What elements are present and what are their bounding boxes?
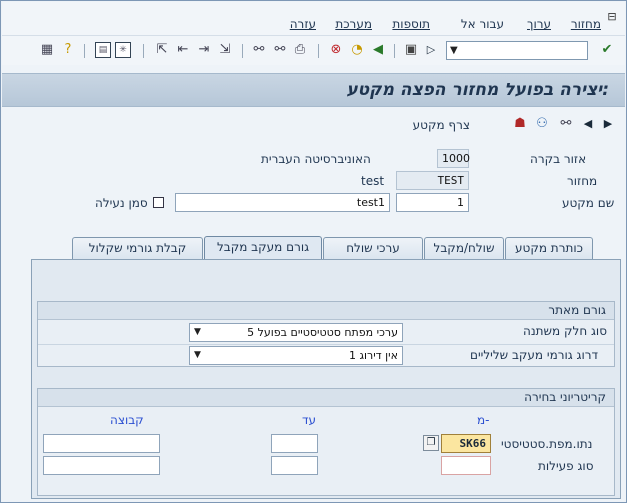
prev-page-icon[interactable]: ⇤ (175, 42, 191, 58)
window-menu-icon[interactable]: ⊟ (605, 11, 619, 23)
stat-key-to-field[interactable] (271, 434, 318, 453)
exit-icon[interactable]: ◔ (349, 42, 365, 58)
menu-system-label: מערכת (335, 17, 372, 31)
tab-panel: גורם מאתר סוג חלק משתנה ▼ 5 ערכי מפתח סט… (31, 259, 621, 499)
lock-label: סמן נעילה (95, 196, 148, 210)
menu-goto-label: עבור אל (460, 17, 504, 31)
tab-weighting-factors[interactable]: קבלת גורמי שקלול (72, 237, 203, 259)
selection-criteria-title: קריטריוני בחירה (38, 389, 614, 407)
save-icon[interactable]: ▣ (403, 42, 419, 58)
to-column-header: עד (302, 413, 317, 427)
attach-segment-button[interactable]: צרף מקטע (413, 118, 470, 132)
toolbar-separator (84, 44, 85, 58)
activity-type-from-field[interactable] (441, 456, 491, 475)
segment-label: שם מקטע (562, 196, 615, 210)
find-icon[interactable]: ⚯ (251, 42, 267, 58)
print-icon[interactable]: ⎙ (292, 42, 308, 58)
right-arrow-icon[interactable]: ▷ (423, 42, 439, 58)
variable-type-label: סוג חלק משתנה (523, 324, 607, 338)
standard-toolbar: ✔ ▼ ▷ ▣ ◀ ◔ ⊗ ⎙ ⚯ ⚯ ⇲ ⇥ ⇤ ⇱ ✳ ▤ ? ▦ (2, 35, 625, 65)
chevron-down-icon[interactable]: ▼ (194, 347, 201, 364)
segment-description-field[interactable]: test1 (175, 193, 390, 212)
negative-scale-label: דרוג גורמי מעקב שליליים (470, 348, 599, 362)
menu-goto[interactable]: עבור אל (461, 17, 504, 31)
menu-extras[interactable]: תוספות (392, 17, 430, 31)
toolbar-separator (318, 44, 319, 58)
cycle-label: מחזור (567, 174, 598, 188)
enter-check-icon[interactable]: ✔ (599, 42, 615, 58)
activity-type-label: סוג פעילות (538, 459, 594, 473)
last-page-icon[interactable]: ⇲ (217, 42, 233, 58)
area-label: אזור בקרה (530, 152, 587, 166)
activity-type-group-field[interactable] (43, 456, 160, 475)
stat-key-from-field[interactable]: SK66 (441, 434, 491, 453)
sap-window: ⊟ מחזור ערוך עבור אל תוספות מערכת עזרה ✔… (0, 0, 627, 503)
tab-segment-header[interactable]: כותרת מקטע (505, 237, 593, 259)
menu-help-label: עזרה (289, 17, 316, 31)
first-page-icon[interactable]: ⇱ (154, 42, 170, 58)
find-next-icon[interactable]: ⚯ (272, 42, 288, 58)
next-icon[interactable]: ▶ (600, 116, 616, 132)
title-bar: יצירה בפועל מחזור הפצה מקטע: (2, 73, 625, 107)
menu-cycle[interactable]: מחזור (571, 17, 601, 31)
multiple-selection-icon[interactable]: ❐ (423, 435, 439, 451)
toolbar-separator (143, 44, 144, 58)
variable-type-select[interactable]: ▼ 5 ערכי מפתח סטטיסטיים בפועל (189, 323, 403, 342)
stat-key-label: נתו.מפת.סטטיסטי (501, 437, 593, 451)
help-icon[interactable]: ? (60, 42, 76, 58)
shortcut-icon[interactable]: ✳ (115, 42, 131, 58)
layout-icon[interactable]: ▦ (39, 42, 55, 58)
tracing-factor-title: גורם מאתר (38, 302, 614, 320)
back-icon[interactable]: ◀ (370, 42, 386, 58)
menu-bar: ⊟ מחזור ערוך עבור אל תוספות מערכת עזרה (2, 2, 625, 35)
menu-edit-label: ערוך (527, 17, 551, 31)
next-page-icon[interactable]: ⇥ (196, 42, 212, 58)
menu-help[interactable]: עזרה (290, 17, 316, 31)
variable-type-value: 5 ערכי מפתח סטטיסטיים בפועל (247, 326, 398, 339)
find-segment-icon[interactable]: ⚯ (558, 116, 574, 132)
person-icon[interactable]: ⚇ (534, 116, 550, 132)
menu-edit[interactable]: ערוך (527, 17, 551, 31)
new-session-icon[interactable]: ▤ (95, 42, 111, 58)
chevron-down-icon[interactable]: ▼ (450, 42, 458, 59)
menu-cycle-label: מחזור (570, 17, 601, 31)
stat-key-group-field[interactable] (43, 434, 160, 453)
menu-system[interactable]: מערכת (335, 17, 372, 31)
hat-icon[interactable]: ☗ (512, 116, 528, 132)
toolbar-separator (394, 44, 395, 58)
selection-criteria-group: קריטריוני בחירה מ- עד קבוצה נתו.מפת.סטטי… (37, 388, 615, 496)
tab-receiver-tracing[interactable]: גורם מעקב מקבל (204, 236, 322, 260)
negative-scale-value: 1 אין דירוג (348, 349, 398, 362)
segment-field[interactable]: 1 (396, 193, 469, 212)
chevron-down-icon[interactable]: ▼ (194, 324, 201, 341)
area-field: 1000 (437, 149, 470, 168)
toolbar-separator (242, 44, 243, 58)
cancel-icon[interactable]: ⊗ (328, 42, 344, 58)
lock-checkbox[interactable] (153, 197, 164, 208)
activity-type-to-field[interactable] (271, 456, 318, 475)
previous-icon[interactable]: ◀ (580, 116, 596, 132)
divider (38, 344, 614, 345)
application-toolbar: ▶ ◀ ⚯ ⚇ ☗ צרף מקטע (2, 109, 625, 139)
cycle-description: test (361, 174, 385, 188)
group-column-header: קבוצה (110, 413, 144, 427)
cycle-field: TEST (396, 171, 469, 190)
area-description: האוניברסיטה העברית (261, 152, 371, 166)
tab-sender-values[interactable]: ערכי שולח (323, 237, 423, 259)
tab-sender-receiver[interactable]: שולח/מקבל (424, 237, 504, 259)
page-title: יצירה בפועל מחזור הפצה מקטע: (346, 80, 609, 100)
menu-extras-label: תוספות (392, 17, 430, 31)
from-column-header: מ- (477, 413, 490, 427)
tracing-factor-group: גורם מאתר סוג חלק משתנה ▼ 5 ערכי מפתח סט… (37, 301, 615, 367)
command-field[interactable]: ▼ (446, 41, 588, 60)
negative-scale-select[interactable]: ▼ 1 אין דירוג (189, 346, 403, 365)
